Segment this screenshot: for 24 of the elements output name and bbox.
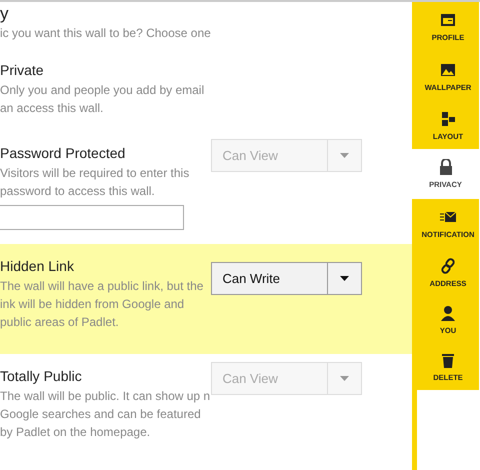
image-icon	[439, 62, 457, 78]
option-title: Private	[0, 62, 45, 78]
caret-icon	[340, 153, 349, 158]
option-title: Totally Public	[0, 368, 83, 384]
permission-dropdown[interactable]: Can Write	[211, 262, 362, 295]
privacy-option[interactable]: Hidden Link The wall will have a public link, but the ink will be hidden from Google and public areas of Padlet. Can Write	[0, 244, 412, 354]
envelope-icon	[439, 209, 457, 225]
section-heading: y	[0, 4, 10, 25]
layout-icon	[439, 110, 457, 126]
option-description: The wall will be public. It can show up n Google searches and can be featured by Padlet on the homepage.	[0, 388, 212, 441]
password-field[interactable]	[0, 205, 184, 230]
caret-icon	[340, 276, 349, 281]
option-title: Password Protected	[0, 145, 126, 161]
person-icon	[439, 304, 457, 320]
privacy-option[interactable]: Private Only you and people you add by email an access this wall.	[0, 48, 412, 131]
link-icon	[439, 258, 457, 274]
option-description: Only you and people you add by email an access this wall.	[0, 82, 206, 117]
option-title: Hidden Link	[0, 258, 75, 274]
trash-icon	[439, 352, 457, 368]
option-description: Visitors will be required to enter this password to access this wall.	[0, 165, 190, 200]
option-description: The wall will have a public link, but the ink will be hidden from Google and public areas of Padlet.	[0, 278, 204, 331]
profile-card-icon	[439, 12, 457, 28]
section-subtitle: ic you want this wall to be? Choose one	[0, 26, 212, 40]
caret-icon	[340, 376, 349, 381]
